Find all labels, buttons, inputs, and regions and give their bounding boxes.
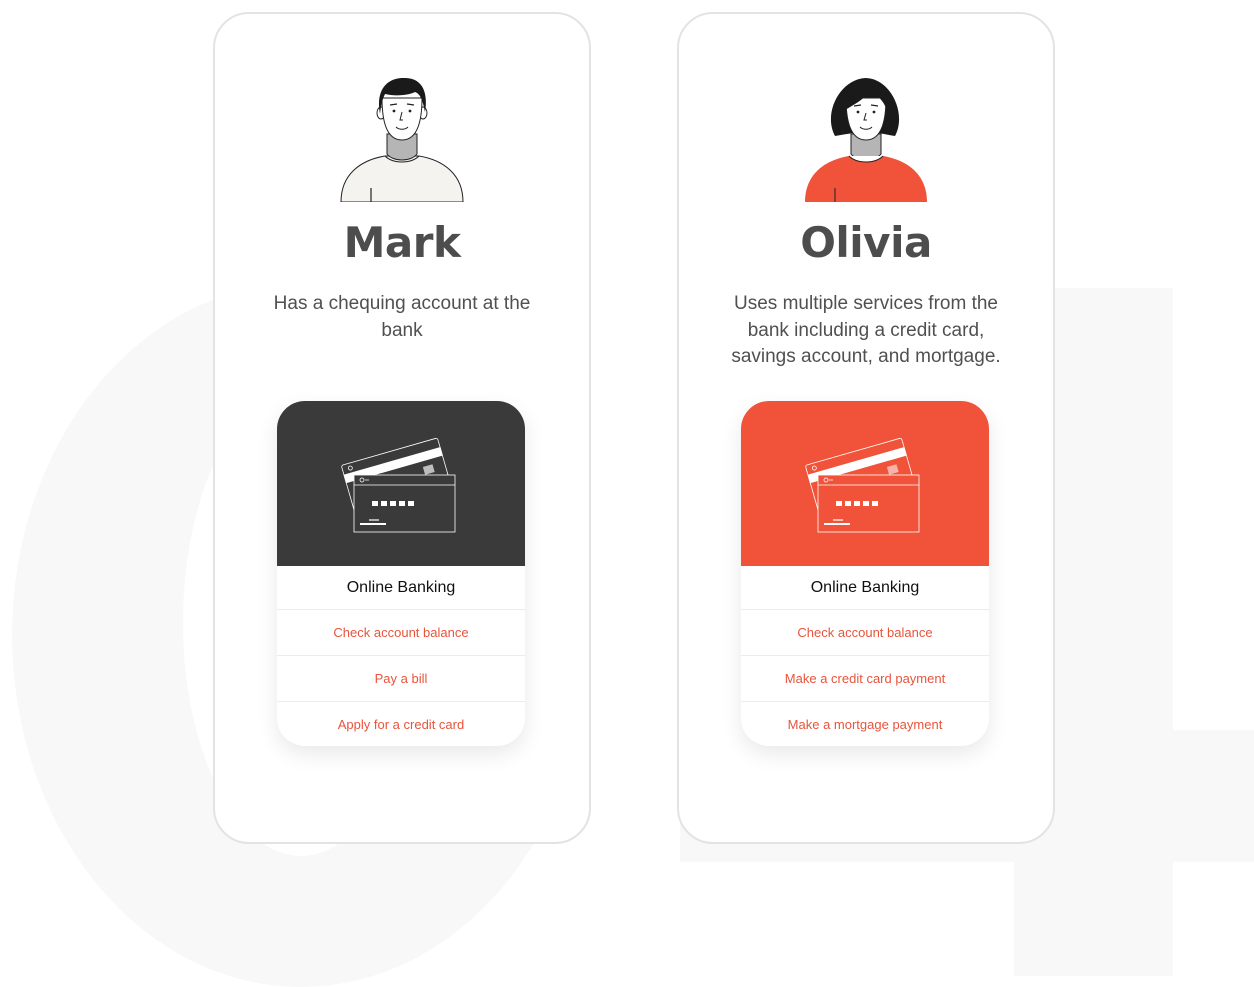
apply-for-credit-card-link[interactable]: Apply for a credit card bbox=[277, 702, 525, 746]
credit-cards-icon bbox=[277, 401, 525, 566]
persona-description: Uses multiple services from the bank inc… bbox=[731, 293, 1001, 367]
online-banking-card: Online Banking Check account balance Mak… bbox=[741, 401, 989, 746]
credit-cards-icon bbox=[741, 401, 989, 566]
man-avatar-icon bbox=[339, 74, 465, 202]
persona-card-olivia: Olivia Uses multiple services from the b… bbox=[677, 12, 1055, 844]
persona-name: Mark bbox=[343, 218, 461, 267]
check-account-balance-link[interactable]: Check account balance bbox=[277, 610, 525, 656]
persona-card-mark: Mark Has a chequing account at the bank bbox=[213, 12, 591, 844]
card-title: Online Banking bbox=[741, 566, 989, 610]
persona-description: Has a chequing account at the bank bbox=[273, 293, 531, 341]
check-account-balance-link[interactable]: Check account balance bbox=[741, 610, 989, 656]
make-credit-card-payment-link[interactable]: Make a credit card payment bbox=[741, 656, 989, 702]
pay-a-bill-link[interactable]: Pay a bill bbox=[277, 656, 525, 702]
persona-name: Olivia bbox=[800, 218, 932, 267]
woman-avatar-icon bbox=[803, 74, 929, 202]
make-mortgage-payment-link[interactable]: Make a mortgage payment bbox=[741, 702, 989, 746]
online-banking-card: Online Banking Check account balance Pay… bbox=[277, 401, 525, 746]
card-title: Online Banking bbox=[277, 566, 525, 610]
